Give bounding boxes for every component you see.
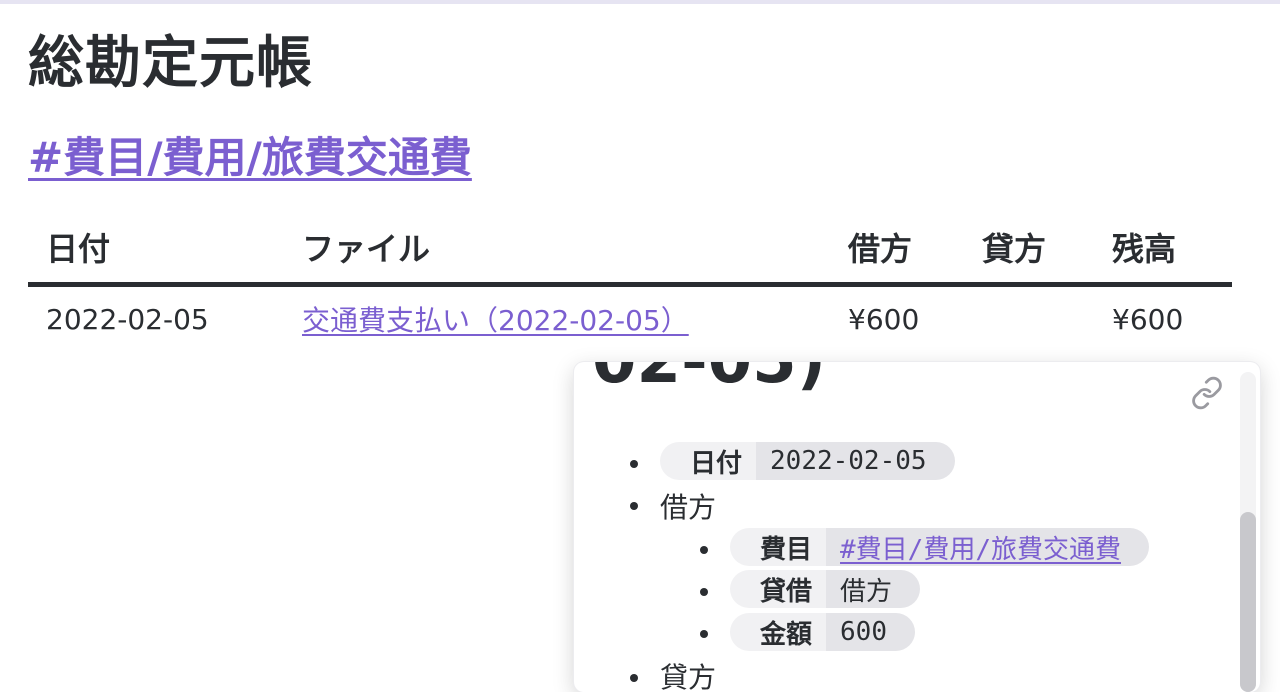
table-header-row: 日付 ファイル 借方 貸方 残高 (28, 216, 1232, 287)
property-side[interactable]: 貸借 借方 (730, 570, 921, 608)
page-preview-popover[interactable]: 02-05) 日付 2022-02-05 借方 費目 #費目/費用/旅費交通費 … (574, 362, 1260, 692)
ledger-page: 総勘定元帳 #費目/費用/旅費交通費 日付 ファイル 借方 貸方 残高 2022… (0, 4, 1280, 692)
list-bullet (630, 460, 638, 468)
list-bullet (630, 674, 638, 682)
property-value-side: 借方 (826, 570, 921, 608)
property-amount[interactable]: 金額 600 (730, 613, 915, 651)
property-key-side: 貸借 (730, 570, 827, 608)
list-bullet (700, 630, 708, 638)
cell-credit (964, 285, 1094, 352)
property-expense[interactable]: 費目 #費目/費用/旅費交通費 (730, 528, 1149, 566)
header-file[interactable]: ファイル (284, 216, 830, 287)
property-key-date: 日付 (660, 442, 757, 480)
link-icon[interactable] (1190, 376, 1224, 410)
property-value-date: 2022-02-05 (756, 442, 955, 480)
property-date[interactable]: 日付 2022-02-05 (660, 442, 955, 480)
debit-label: 借方 (660, 491, 717, 524)
property-value-expense: #費目/費用/旅費交通費 (826, 528, 1149, 566)
property-value-amount: 600 (826, 613, 915, 651)
table-row: 2022-02-05 交通費支払い（2022-02-05） ¥600 ¥600 (28, 285, 1232, 352)
cell-date: 2022-02-05 (46, 302, 209, 336)
preview-scrollbar-thumb[interactable] (1240, 512, 1256, 692)
list-bullet (630, 502, 638, 510)
credit-label: 貸方 (660, 661, 717, 692)
file-link[interactable]: 交通費支払い（2022-02-05） (302, 304, 689, 337)
preview-title: 02-05) (592, 362, 826, 398)
cell-balance: ¥600 (1112, 302, 1184, 336)
cell-debit: ¥600 (848, 302, 920, 336)
list-bullet (700, 546, 708, 554)
page-title: 総勘定元帳 (28, 31, 313, 96)
expense-tag-link[interactable]: #費目/費用/旅費交通費 (840, 529, 1121, 566)
property-key-expense: 費目 (730, 528, 827, 566)
tag-heading-link[interactable]: #費目/費用/旅費交通費 (28, 124, 472, 185)
ledger-table: 日付 ファイル 借方 貸方 残高 2022-02-05 交通費支払い（2022-… (28, 216, 1232, 351)
header-date[interactable]: 日付 (28, 216, 284, 287)
list-bullet (700, 588, 708, 596)
property-key-amount: 金額 (730, 613, 827, 651)
header-credit[interactable]: 貸方 (964, 216, 1094, 287)
header-debit[interactable]: 借方 (830, 216, 964, 287)
header-balance[interactable]: 残高 (1094, 216, 1232, 287)
cell-file: 交通費支払い（2022-02-05） (284, 285, 830, 352)
